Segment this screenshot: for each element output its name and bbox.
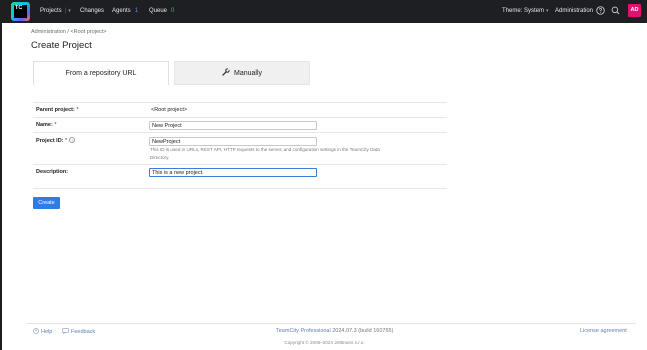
wrench-icon [222, 68, 230, 76]
help-icon[interactable] [596, 6, 605, 15]
project-id-hint: This ID is used in URLs, REST API, HTTP … [150, 147, 380, 160]
row-divider [33, 132, 447, 133]
footer-copyright: Copyright © 2006–2024 JetBrains s.r.o. [284, 340, 365, 345]
footer-feedback-link[interactable]: Feedback [62, 328, 95, 335]
help-icon[interactable]: ? [69, 137, 76, 143]
page-title: Create Project [31, 40, 92, 51]
description-label-text: Description: [36, 169, 69, 175]
name-input[interactable] [149, 121, 317, 130]
nav-queue[interactable]: Queue 0 [149, 8, 174, 14]
nav-agents[interactable]: Agents 1 [112, 8, 138, 14]
footer-help-label: Help [41, 329, 53, 335]
tab-manually[interactable]: Manually [174, 61, 310, 85]
footer-license-link[interactable]: License agreement [580, 328, 627, 334]
nav-queue-label: Queue [149, 8, 168, 14]
tab-from-repository-url-label: From a repository URL [65, 70, 137, 77]
queue-count-badge: 0 [171, 8, 175, 14]
logo-text: TC [14, 5, 27, 18]
chevron-down-icon[interactable]: ▾ [68, 8, 71, 14]
top-navigation-bar: TC Projects | ▾ Changes Agents 1 Queue 0 The… [2, 0, 647, 23]
description-label: Description: [36, 169, 68, 175]
tab-manually-label: Manually [233, 70, 262, 77]
parent-project-label: Parent project: * [36, 107, 79, 113]
nav-separator: | [64, 8, 67, 14]
nav-agents-label: Agents [112, 8, 131, 14]
required-marker: * [76, 107, 79, 113]
nav-projects-label: Projects [40, 8, 62, 14]
section-divider [33, 102, 447, 103]
search-icon[interactable] [611, 6, 620, 15]
agents-count-badge: 1 [134, 8, 139, 14]
feedback-icon [62, 328, 69, 335]
row-divider [33, 117, 447, 118]
tab-from-repository-url[interactable]: From a repository URL [33, 61, 169, 85]
create-button[interactable]: Create [33, 197, 60, 209]
row-divider [33, 164, 447, 165]
footer-divider [26, 323, 636, 324]
parent-project-value: <Root project> [151, 107, 188, 113]
footer-feedback-label: Feedback [71, 329, 96, 335]
teamcity-logo[interactable]: TC [11, 2, 30, 21]
chevron-down-icon: ▾ [546, 8, 549, 14]
help-icon [33, 328, 39, 334]
footer-product-link[interactable]: TeamCity Professional [276, 328, 331, 334]
avatar[interactable]: AD [628, 4, 641, 17]
footer-product-info: TeamCity Professional 2024.07.3 (build 1… [276, 328, 393, 334]
nav-changes[interactable]: Changes [80, 8, 104, 14]
administration-link[interactable]: Administration [555, 8, 593, 14]
project-id-label-text: Project ID: [36, 138, 64, 144]
app-window: TC Projects | ▾ Changes Agents 1 Queue 0 The… [2, 0, 647, 350]
administration-label: Administration [555, 8, 594, 14]
breadcrumb[interactable]: Administration / <Root project> [31, 29, 107, 35]
name-label: Name: * [36, 122, 56, 128]
form-bottom-divider [33, 188, 447, 189]
parent-project-label-text: Parent project: [36, 107, 75, 113]
description-input[interactable] [149, 168, 317, 177]
nav-projects[interactable]: Projects | ▾ [40, 8, 71, 14]
required-marker: * [54, 122, 57, 128]
theme-selector-label: Theme: System [502, 8, 545, 14]
project-id-label: Project ID: *? [36, 137, 76, 144]
required-marker: * [65, 138, 68, 144]
project-id-input[interactable] [149, 137, 317, 146]
theme-selector[interactable]: Theme: System ▾ [502, 8, 549, 14]
footer-version: 2024.07.3 (build 160765) [332, 328, 394, 334]
nav-changes-label: Changes [80, 8, 105, 14]
footer-help-link[interactable]: Help [33, 328, 52, 335]
name-label-text: Name: [36, 122, 53, 128]
